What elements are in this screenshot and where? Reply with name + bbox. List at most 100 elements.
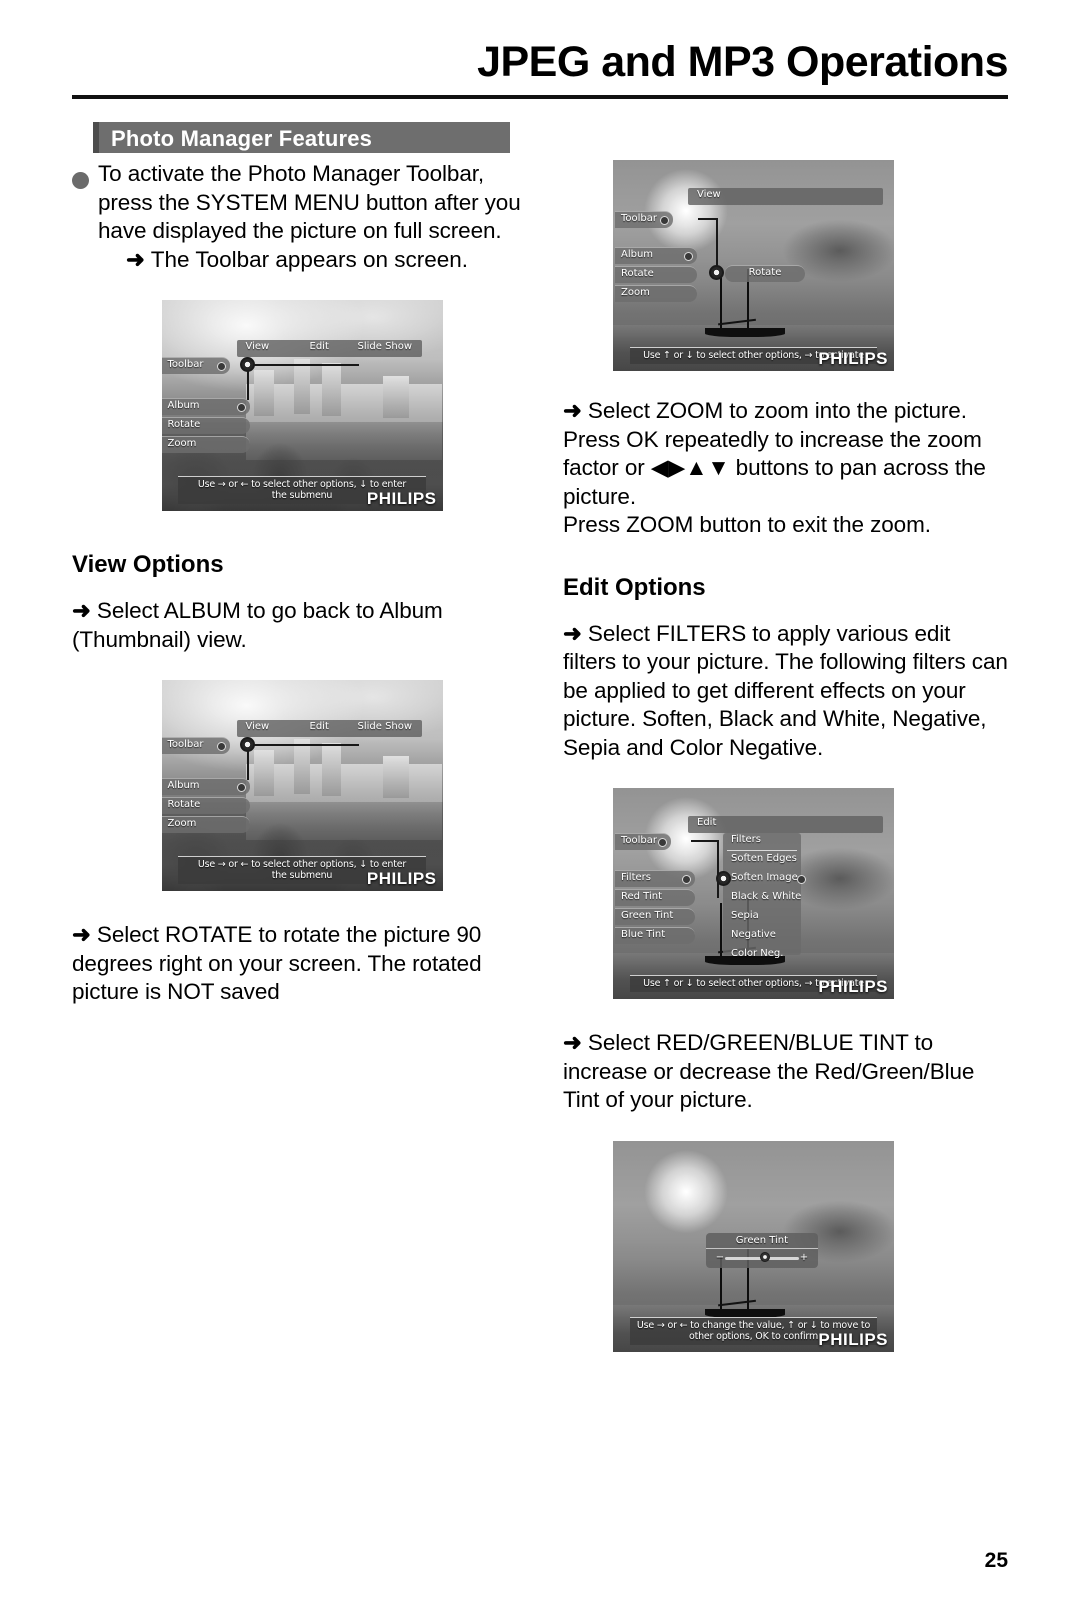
section-title: Photo Manager Features [111, 126, 373, 151]
osd-tab-view[interactable]: View [246, 721, 270, 732]
section-header-bar: Photo Manager Features [93, 122, 510, 153]
boom [718, 319, 757, 326]
osd-connector-vertical [717, 840, 719, 898]
osd-item-label: Red Tint [621, 891, 663, 902]
castle-tower [383, 375, 409, 419]
osd-submenu-filters[interactable]: Filters [731, 834, 761, 845]
osd-submenu-rotate[interactable]: Rotate [725, 265, 805, 282]
osd-tab-edit[interactable]: Edit [310, 721, 329, 732]
zoom-paragraph-text: Select ZOOM to zoom into the picture. Pr… [563, 398, 986, 509]
osd-submenu-negative[interactable]: Negative [731, 929, 776, 940]
osd-tab-slide-show[interactable]: Slide Show [358, 721, 413, 732]
osd-item-label: Album [167, 780, 200, 791]
castle-tower [321, 743, 342, 797]
rotate-paragraph: ➜ Select ROTATE to rotate the picture 90… [72, 921, 532, 1007]
osd-tab-view[interactable]: View [697, 189, 721, 200]
slider-handle[interactable] [760, 1252, 771, 1263]
plus-icon[interactable]: + [800, 1252, 808, 1263]
osd-item-red-tint[interactable]: Red Tint [615, 889, 695, 906]
osd-item-label: Toolbar [167, 359, 204, 370]
osd-cursor-icon [709, 265, 724, 280]
osd-tab-edit[interactable]: Edit [310, 341, 329, 352]
intro-bullet-block: To activate the Photo Manager Toolbar, p… [72, 160, 532, 274]
castle-tower [293, 359, 311, 414]
osd-item-rotate[interactable]: Rotate [615, 266, 697, 283]
osd-connector-horizontal [691, 840, 719, 842]
arrow-right-icon: ➜ [563, 620, 582, 646]
osd-submenu-soften-edges[interactable]: Soften Edges [731, 853, 797, 864]
osd-item-knob-icon [684, 252, 693, 261]
album-paragraph-text: Select ALBUM to go back to Album (Thumbn… [72, 598, 443, 652]
osd-item-toolbar[interactable]: Toolbar [161, 357, 230, 374]
osd-connector-horizontal [246, 744, 359, 746]
osd-submenu-soften-image[interactable]: Soften Image [731, 872, 798, 883]
osd-item-label: Rotate [621, 268, 654, 279]
osd-item-label: Toolbar [167, 739, 204, 750]
filters-paragraph: ➜ Select FILTERS to apply various edit f… [563, 620, 1008, 763]
castle-tower [383, 755, 409, 799]
edit-options-heading: Edit Options [563, 573, 706, 601]
osd-item-label: Album [167, 400, 200, 411]
green-tint-panel: Green Tint − + [705, 1233, 819, 1269]
castle-tower [254, 369, 274, 417]
osd-item-album[interactable]: Album [615, 247, 697, 264]
minus-icon[interactable]: − [716, 1252, 724, 1263]
osd-item-rotate[interactable]: Rotate [161, 417, 250, 434]
screenshot-toolbar-view-1: View Edit Slide Show Toolbar Album Rotat… [161, 300, 443, 511]
osd-connector-horizontal [698, 218, 718, 220]
filters-paragraph-text: Select FILTERS to apply various edit fil… [563, 620, 1008, 760]
osd-item-green-tint[interactable]: Green Tint [615, 908, 695, 925]
osd-tab-view[interactable]: View [246, 341, 270, 352]
green-tint-slider[interactable]: − + [716, 1252, 808, 1263]
osd-cursor-icon [239, 737, 255, 752]
zoom-exit-line: Press ZOOM button to exit the zoom. [563, 512, 931, 537]
osd-submenu-sepia[interactable]: Sepia [731, 910, 759, 921]
philips-logo: PHILIPS [818, 977, 888, 996]
intro-sub-line: ➜ The Toolbar appears on screen. [98, 246, 532, 275]
castle-tower [321, 363, 342, 417]
left-column: To activate the Photo Manager Toolbar, p… [72, 160, 532, 1007]
osd-submenu-color-negative[interactable]: Color Neg. [731, 948, 783, 959]
osd-item-filters[interactable]: Filters [615, 870, 695, 887]
intro-paragraph: To activate the Photo Manager Toolbar, p… [98, 161, 521, 243]
osd-item-toolbar[interactable]: Toolbar [615, 833, 671, 850]
osd-item-zoom[interactable]: Zoom [161, 816, 250, 833]
mast [720, 275, 723, 330]
osd-item-knob-icon [660, 216, 669, 225]
page-header: JPEG and MP3 Operations [72, 38, 1008, 86]
header-divider [72, 95, 1008, 99]
osd-item-label: Rotate [167, 799, 201, 810]
right-column: View Toolbar Album Rotate Zoom Rotate Us… [563, 160, 1008, 1352]
screenshot-rotate-submenu: View Toolbar Album Rotate Zoom Rotate Us… [613, 160, 894, 371]
osd-submenu-divider [727, 850, 797, 851]
osd-item-album[interactable]: Album [161, 778, 250, 795]
zoom-paragraph: ➜ Select ZOOM to zoom into the picture. … [563, 397, 1008, 511]
osd-item-knob-icon [236, 783, 246, 792]
osd-item-toolbar[interactable]: Toolbar [161, 737, 230, 754]
rotate-paragraph-text: Select ROTATE to rotate the picture 90 d… [72, 922, 482, 1004]
osd-tab-slide-show[interactable]: Slide Show [358, 341, 413, 352]
album-paragraph: ➜ Select ALBUM to go back to Album (Thum… [72, 597, 532, 654]
osd-item-zoom[interactable]: Zoom [161, 436, 250, 453]
osd-tab-edit[interactable]: Edit [697, 817, 716, 828]
osd-item-label: Filters [621, 872, 651, 883]
osd-item-toolbar[interactable]: Toolbar [615, 211, 673, 228]
osd-item-zoom[interactable]: Zoom [615, 285, 697, 302]
osd-item-rotate[interactable]: Rotate [161, 797, 250, 814]
page-number: 25 [984, 1549, 1008, 1572]
osd-submenu-black-and-white[interactable]: Black & White [731, 891, 801, 902]
osd-item-album[interactable]: Album [161, 398, 250, 415]
osd-cursor-icon [716, 871, 731, 886]
mast [720, 903, 723, 958]
arrow-right-icon: ➜ [126, 246, 145, 272]
page-title: JPEG and MP3 Operations [477, 38, 1008, 86]
osd-item-label: Rotate [167, 419, 201, 430]
screenshot-green-tint: Green Tint − + Use → or ← to change the … [613, 1140, 894, 1352]
osd-connector-horizontal [246, 364, 359, 366]
osd-submenu-knob-icon [797, 875, 806, 884]
osd-item-label: Green Tint [621, 910, 674, 921]
osd-item-blue-tint[interactable]: Blue Tint [615, 927, 695, 944]
osd-item-label: Toolbar [621, 213, 658, 224]
arrow-right-icon: ➜ [72, 922, 91, 947]
arrow-right-icon: ➜ [72, 598, 91, 623]
